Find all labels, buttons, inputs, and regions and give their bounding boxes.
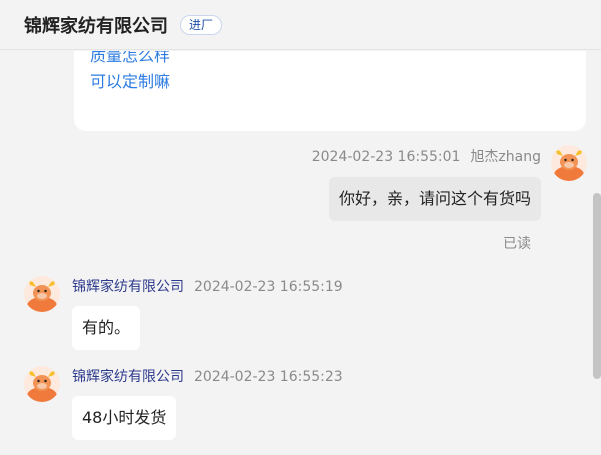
quick-question-card: 质量怎么样 可以定制嘛 xyxy=(74,51,586,131)
message-meta: 锦辉家纺有限公司 2024-02-23 16:55:23 xyxy=(72,366,343,386)
user-avatar[interactable] xyxy=(551,145,587,181)
shop-avatar[interactable] xyxy=(24,366,60,402)
enter-factory-badge[interactable]: 进厂 xyxy=(180,14,223,35)
quick-question-customize[interactable]: 可以定制嘛 xyxy=(90,69,570,95)
shop-name[interactable]: 锦辉家纺有限公司 xyxy=(24,12,168,38)
message-bubble-incoming[interactable]: 48小时发货 xyxy=(72,396,177,440)
message-bubble-outgoing[interactable]: 你好，亲，请问这个有货吗 xyxy=(328,177,541,221)
quick-question-quality[interactable]: 质量怎么样 xyxy=(90,51,570,69)
cartoon-bull-avatar-icon xyxy=(27,371,57,402)
chat-header: 锦辉家纺有限公司 进厂 xyxy=(0,0,601,50)
cartoon-bull-avatar-icon xyxy=(27,281,57,312)
sender-name[interactable]: 锦辉家纺有限公司 xyxy=(72,369,184,385)
message-meta: 锦辉家纺有限公司 2024-02-23 16:55:19 xyxy=(72,276,343,296)
message-list[interactable]: 质量怎么样 可以定制嘛 2024-02-23 16:55:01 旭杰zhang 你… xyxy=(0,51,601,455)
sender-name: 旭杰zhang xyxy=(470,149,541,165)
cartoon-bull-avatar-icon xyxy=(554,150,584,181)
scrollbar-thumb[interactable] xyxy=(593,193,601,379)
message-time: 2024-02-23 16:55:23 xyxy=(194,369,343,385)
message-meta: 2024-02-23 16:55:01 旭杰zhang xyxy=(312,146,541,166)
message-time: 2024-02-23 16:55:01 xyxy=(311,149,461,165)
shop-avatar[interactable] xyxy=(24,276,60,312)
message-time: 2024-02-23 16:55:19 xyxy=(194,279,343,295)
message-bubble-incoming[interactable]: 有的。 xyxy=(72,306,141,350)
read-status: 已读 xyxy=(503,236,531,252)
sender-name[interactable]: 锦辉家纺有限公司 xyxy=(72,279,184,295)
